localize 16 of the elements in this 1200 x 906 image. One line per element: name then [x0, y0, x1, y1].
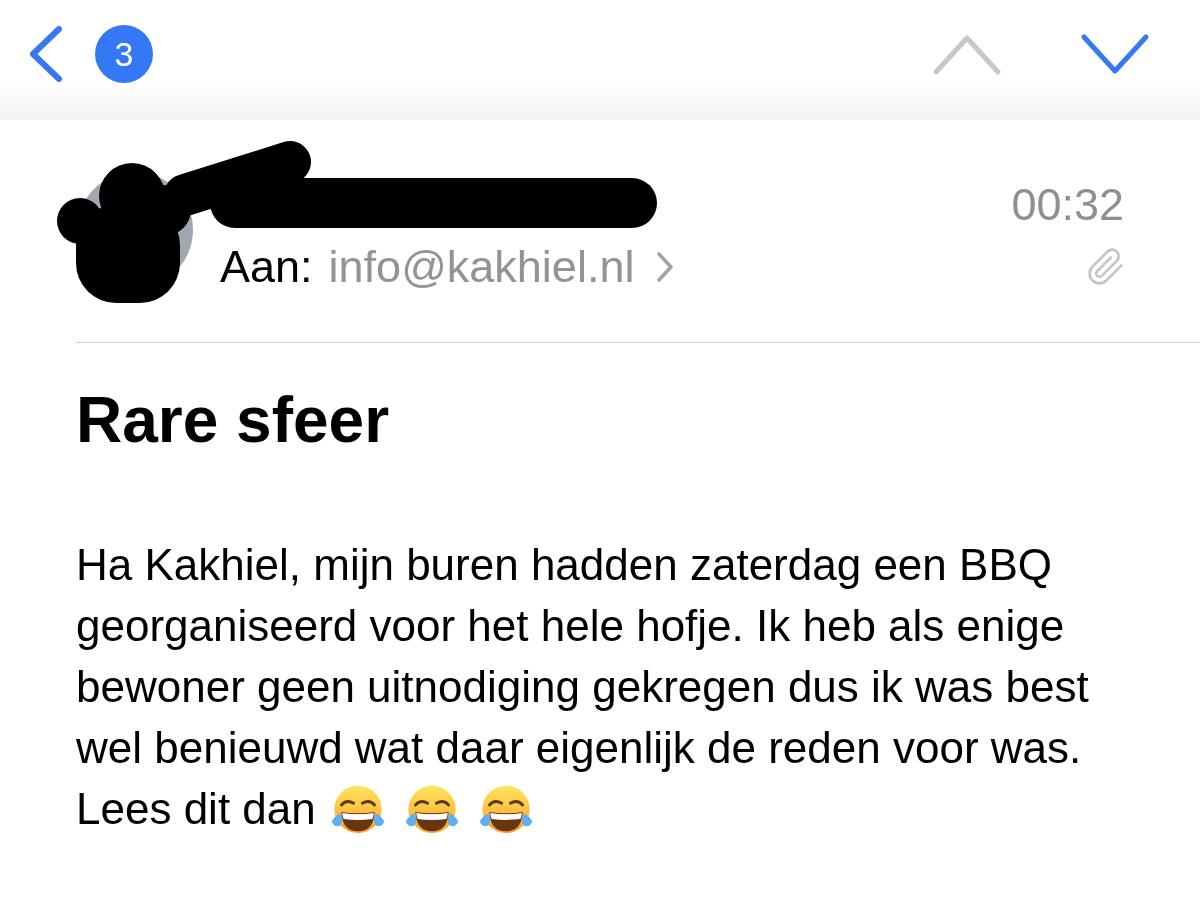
message-text: Ha Kakhiel, mijn buren hadden zaterdag een BBQ georganiseerd voor het hele hofje. Ik heb als enige bewoner geen uitnodiging gekregen dus ik was best wel benieuwd wat daar eigenlijk de reden voor was. [76, 539, 1090, 774]
subject-heading: Rare sfeer [76, 383, 391, 458]
message-text: Lees dit dan [76, 783, 316, 835]
chevron-down-icon [1080, 32, 1150, 76]
recipient-label: Aan: [220, 241, 313, 293]
recipient-link[interactable]: info@kakhiel.nl [328, 241, 635, 293]
message-time: 00:32 [1011, 179, 1124, 231]
chevron-left-icon [28, 25, 64, 83]
laughing-face-with-tears-icon [477, 783, 534, 834]
chevron-up-icon [932, 32, 1002, 76]
laughing-face-with-tears-icon [403, 783, 460, 834]
unread-count-badge: 3 [95, 25, 153, 83]
back-button[interactable] [28, 25, 64, 83]
laughing-face-with-tears-icon [329, 783, 386, 834]
chevron-right-icon[interactable] [656, 251, 675, 283]
next-message-button[interactable] [1080, 32, 1150, 76]
